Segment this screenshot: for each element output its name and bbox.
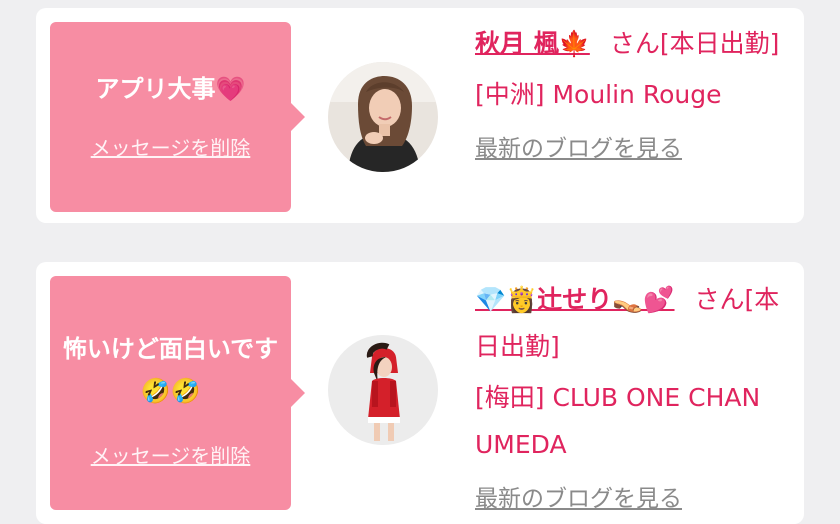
avatar[interactable] (328, 335, 438, 445)
cast-name-line: 💎👸辻せり👡💕 さん[本日出勤] (475, 276, 795, 370)
latest-blog-link[interactable]: 最新のブログを見る (475, 126, 682, 173)
message-text: 怖いけど面白いです🤣🤣 (62, 335, 279, 405)
cast-card: アプリ大事💗 メッセージを削除 秋月 楓🍁 さん[本日出勤] [中洲] Mouli… (36, 8, 804, 223)
message-bubble: 怖いけど面白いです🤣🤣 メッセージを削除 (50, 276, 305, 510)
avatar-photo (328, 335, 438, 445)
cast-card: 怖いけど面白いです🤣🤣 メッセージを削除 💎👸辻せり👡💕 さん[本日出勤] [梅田… (36, 262, 804, 524)
cast-info: 秋月 楓🍁 さん[本日出勤] [中洲] Moulin Rouge 最新のブログを見… (475, 20, 795, 173)
message-bubble: アプリ大事💗 メッセージを削除 (50, 22, 305, 212)
delete-message-link[interactable]: メッセージを削除 (50, 440, 291, 469)
shop-name: [梅田] CLUB ONE CHAN UMEDA (475, 383, 761, 459)
avatar[interactable] (328, 62, 438, 172)
cast-name-link[interactable]: 💎👸辻せり👡💕 (475, 285, 675, 314)
shop-name: [中洲] Moulin Rouge (475, 80, 722, 109)
latest-blog-link[interactable]: 最新のブログを見る (475, 476, 682, 523)
cast-name-link[interactable]: 秋月 楓🍁 (475, 29, 590, 58)
cast-info: 💎👸辻せり👡💕 さん[本日出勤] [梅田] CLUB ONE CHAN UMEDA… (475, 276, 795, 523)
avatar-photo (328, 62, 438, 172)
message-text: アプリ大事💗 (95, 75, 246, 103)
cast-name-line: 秋月 楓🍁 さん[本日出勤] (475, 20, 795, 67)
delete-message-link[interactable]: メッセージを削除 (50, 132, 291, 161)
cast-name-suffix: さん[本日出勤] (609, 29, 780, 58)
